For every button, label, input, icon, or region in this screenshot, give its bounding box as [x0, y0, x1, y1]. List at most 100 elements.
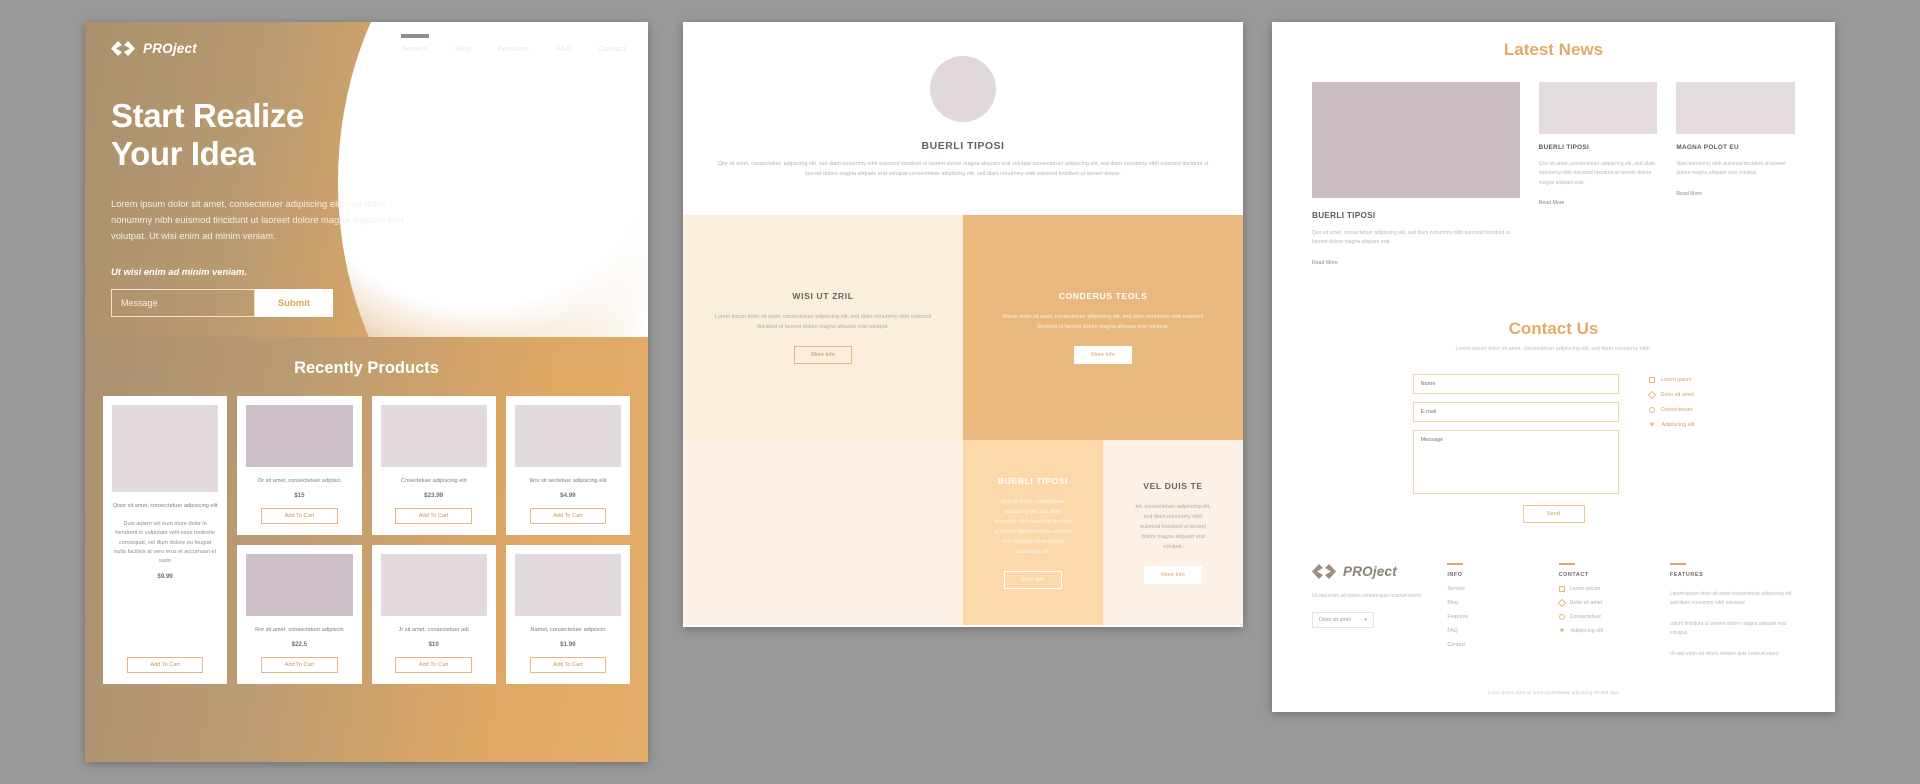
footer-column-info: INFO Service Blog Features FAQ Contact	[1447, 562, 1543, 659]
product-card-featured[interactable]: Qisor sit amet, consectetuer adipiscing …	[103, 396, 228, 684]
footer-link-service[interactable]: Service	[1447, 586, 1543, 592]
add-to-cart-button[interactable]: Add To Cart	[395, 656, 472, 673]
news-title: Latest News	[1503, 40, 1604, 59]
star-selected-icon[interactable]: ✶	[1649, 420, 1656, 429]
language-select[interactable]: Dolor sit amet ▾	[1312, 611, 1374, 628]
nav-item-blog[interactable]: Blog	[455, 44, 471, 53]
product-name: Wor sit sectetuer adipiscing elit	[529, 478, 607, 484]
product-image	[380, 405, 487, 467]
product-card[interactable]: Namet, consectetuer adipiscin $1.99 Add …	[505, 544, 630, 684]
page-title: Start Realize Your Idea	[111, 97, 622, 174]
features-hero-paragraph: Qior sit amet, consectetuer adipiscing e…	[717, 161, 1209, 177]
footer-option-consectetuer[interactable]: Consectetuer	[1558, 613, 1655, 620]
star-selected-icon[interactable]: ✶	[1559, 626, 1566, 635]
panel-features: BUERLI TIPOSI Qior sit amet, consectetue…	[683, 22, 1243, 627]
more-info-button[interactable]: More Info	[794, 346, 852, 364]
footer-link-contact[interactable]: Contact	[1447, 642, 1543, 648]
product-description: Duis autem vel eum iriure dolor in hendr…	[114, 520, 217, 565]
product-price: $1.99	[560, 640, 576, 648]
product-price: $10	[428, 640, 439, 648]
read-more-link[interactable]: Read More	[1312, 260, 1338, 266]
feature-text: Qlut sit amet, consectetuer adipiscing e…	[993, 499, 1073, 555]
features-row-1: WISI UT ZRIL Lorem ipsum dolor sit amet,…	[683, 215, 1243, 440]
footer-link-blog[interactable]: Blog	[1447, 600, 1543, 606]
footer-features-text-3: Ut wisi enim ad minim veniam quis nostru…	[1669, 650, 1780, 657]
mockup-stage: Service Blog Features FAQ Contact PROjec…	[0, 0, 1920, 784]
product-card[interactable]: Dr sit amet, consectetuer adipisci $15 A…	[237, 396, 362, 535]
submit-button[interactable]: Submit	[255, 289, 333, 318]
footer-link-features[interactable]: Features	[1447, 614, 1543, 620]
more-info-button[interactable]: More Info	[1144, 566, 1202, 584]
product-price: $9.99	[157, 572, 173, 580]
news-image	[1676, 82, 1795, 134]
option-label: Dolor sit amet	[1660, 391, 1694, 398]
feature-text: Wsum dolor sit amet, consectetuer adipis…	[1002, 314, 1204, 330]
send-button[interactable]: Send	[1522, 504, 1585, 523]
nav-item-service[interactable]: Service	[400, 34, 429, 53]
add-to-cart-button[interactable]: Add To Cart	[395, 507, 472, 524]
feature-cell-vel-duis-te: VEL DUIS TE Iet, consectetuer adipiscing…	[1103, 440, 1243, 625]
news-card-text: Qior sit amet, consectetuer adipiscing e…	[1538, 161, 1656, 186]
product-image	[514, 553, 621, 616]
products-section: Recently Products Qisor sit amet, consec…	[85, 337, 648, 762]
circle-radio-icon[interactable]	[1648, 406, 1655, 413]
product-name: Qisor sit amet, consectetuer adipiscing …	[112, 502, 218, 509]
add-to-cart-button[interactable]: Add To Cart	[261, 656, 338, 673]
footer-about-text: Ut wisi enim ad minim veniam quis nostru…	[1312, 592, 1422, 599]
square-checkbox-icon[interactable]	[1648, 376, 1655, 383]
hero-title-line2: Your Idea	[111, 135, 256, 173]
option-lorem-ipsum[interactable]: Lorem ipsum	[1648, 376, 1695, 383]
product-card[interactable]: Ror sit amet, consectetuer adipiscin $22…	[237, 544, 362, 684]
circle-radio-icon[interactable]	[1558, 613, 1565, 620]
add-to-cart-button[interactable]: Add To Cart	[261, 507, 338, 524]
read-more-link[interactable]: Read More	[1676, 191, 1702, 197]
option-adipiscing-elit[interactable]: ✶ Adipiscing elit	[1649, 420, 1695, 429]
product-price: $4.99	[560, 491, 576, 499]
message-input[interactable]	[111, 289, 255, 318]
email-field[interactable]	[1412, 401, 1619, 422]
product-card[interactable]: Cnsectetuer adipiscing elit $23.99 Add T…	[371, 396, 496, 535]
more-info-button[interactable]: More Info	[1074, 346, 1132, 364]
footer-option-adipiscing-elit[interactable]: ✶ Adipiscing elit	[1559, 626, 1655, 635]
contact-title: Contact Us	[1508, 318, 1599, 338]
add-to-cart-button[interactable]: Add To Cart	[529, 656, 607, 673]
option-dolor-sit-amet[interactable]: Dolor sit amet	[1647, 390, 1695, 400]
hero-paragraph: Lorem ipsum dolor sit amet, consectetuer…	[111, 197, 404, 241]
product-image	[380, 553, 487, 616]
footer-brand-name: PROject	[1343, 564, 1397, 579]
nav-item-contact[interactable]: Contact	[599, 44, 626, 53]
read-more-link[interactable]: Read More	[1539, 200, 1565, 206]
footer-column-contact: CONTACT Lorem ipsum Dolor sit amet Conse…	[1557, 562, 1655, 659]
footer-link-faq[interactable]: FAQ	[1447, 628, 1543, 634]
nav-item-features[interactable]: Features	[498, 44, 529, 53]
footer-column-head: FEATURES	[1669, 571, 1704, 578]
footer-option-lorem-ipsum[interactable]: Lorem ipsum	[1558, 585, 1655, 592]
language-select-value: Dolor sit amet	[1319, 616, 1351, 623]
product-price: $15	[294, 491, 305, 499]
brand-name-light: ject	[172, 41, 197, 56]
add-to-cart-button[interactable]: Add To Cart	[529, 507, 607, 524]
footer-option-dolor-sit-amet[interactable]: Dolor sit amet	[1557, 598, 1655, 608]
footer-logo[interactable]: PROject	[1312, 563, 1432, 580]
divider	[1447, 562, 1464, 565]
diamond-radio-icon[interactable]	[1647, 390, 1656, 400]
name-field[interactable]	[1412, 373, 1619, 394]
add-to-cart-button[interactable]: Add To Cart	[126, 656, 204, 673]
news-card[interactable]: BUERLI TIPOSI Qior sit amet, consectetue…	[1538, 82, 1658, 269]
hero-title-line1: Start Realize	[111, 97, 304, 134]
product-card[interactable]: Wor sit sectetuer adipiscing elit $4.99 …	[505, 396, 630, 535]
option-consectetuer[interactable]: Consectetuer	[1648, 406, 1695, 413]
nav-item-faq[interactable]: FAQ	[556, 44, 572, 53]
product-card[interactable]: Jr sit amet, consectetuer adi $10 Add To…	[371, 544, 496, 684]
diamond-radio-icon[interactable]	[1557, 598, 1566, 608]
footer-about: PROject Ut wisi enim ad minim veniam qui…	[1312, 563, 1432, 659]
product-image	[112, 405, 219, 492]
chevron-down-icon: ▾	[1364, 616, 1367, 623]
news-card-featured[interactable]: BUERLI TIPOSI Qior sit amet, consectetue…	[1312, 82, 1520, 269]
news-card[interactable]: MAGNA POLOT EU Nam nonummy nibh euismod …	[1676, 82, 1795, 269]
square-checkbox-icon[interactable]	[1558, 585, 1565, 592]
more-info-button[interactable]: More Info	[1004, 571, 1062, 589]
feature-title: BUERLI TIPOSI	[997, 476, 1069, 486]
message-field[interactable]	[1412, 429, 1619, 494]
product-name: Namet, consectetuer adipiscin	[530, 626, 606, 633]
